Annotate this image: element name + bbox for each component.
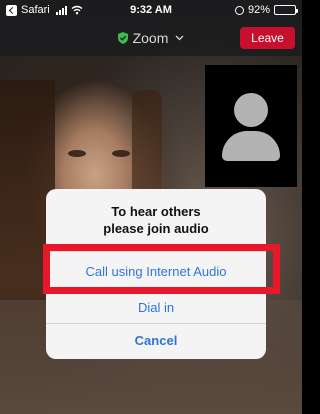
leave-button[interactable]: Leave <box>240 27 295 49</box>
shield-check-icon <box>117 32 128 44</box>
meeting-top-bar: Zoom Leave <box>0 22 302 56</box>
battery-icon <box>274 5 298 15</box>
app-title: Zoom <box>132 30 169 46</box>
cancel-button[interactable]: Cancel <box>46 323 266 358</box>
highlight-annotation <box>43 244 280 294</box>
avatar-head-icon <box>234 93 268 127</box>
avatar-body-icon <box>222 131 280 161</box>
status-bar: Safari 9:32 AM 92% <box>0 0 302 22</box>
location-lock-icon <box>234 5 244 15</box>
dialog-title: To hear others please join audio <box>103 204 209 236</box>
zoom-meeting-screen: Safari 9:32 AM 92% Zoom Leave To hear ot… <box>0 0 302 414</box>
dial-in-button[interactable]: Dial in <box>46 291 266 324</box>
self-view-tile[interactable] <box>205 65 297 187</box>
chevron-down-icon <box>175 35 184 41</box>
battery-percent: 92% <box>247 4 270 16</box>
